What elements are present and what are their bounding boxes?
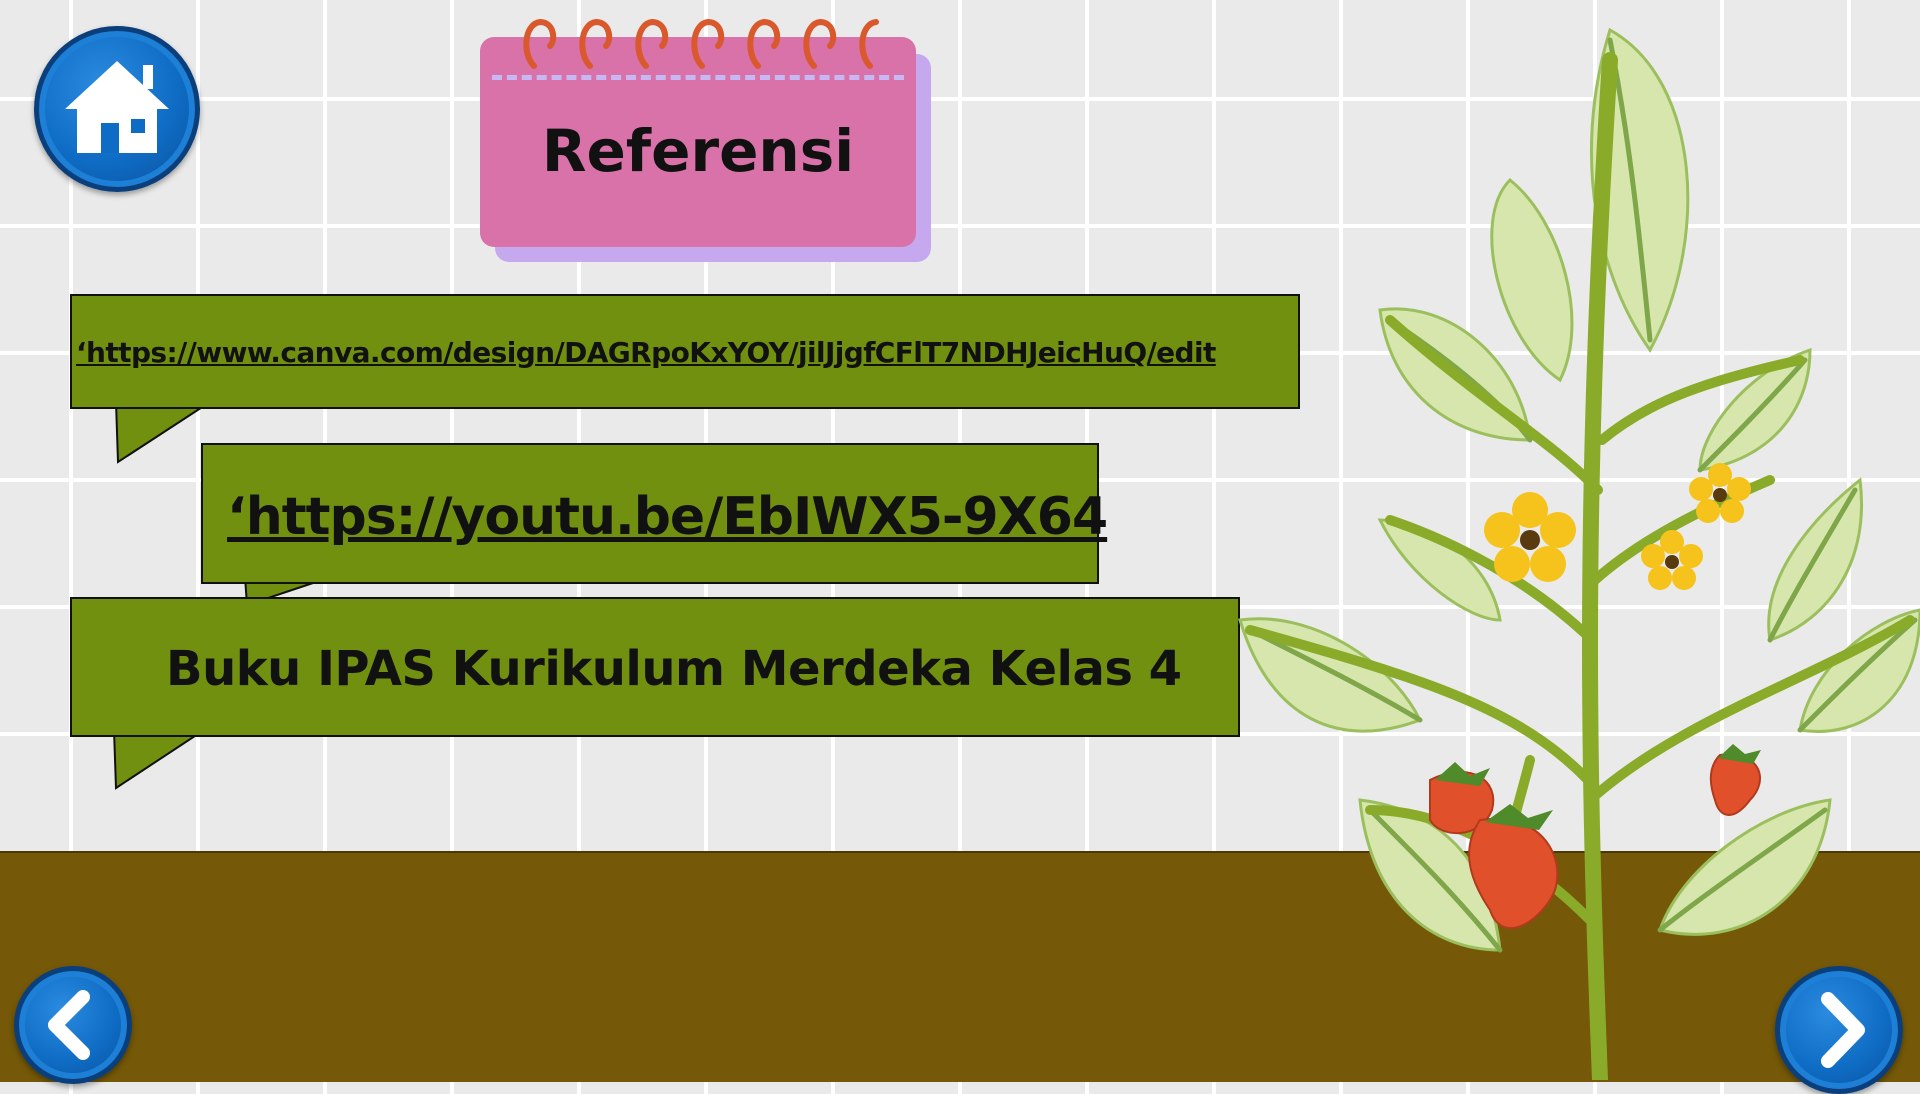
bubble-tail [112, 729, 208, 790]
notepad-perforation [492, 75, 904, 80]
home-icon [65, 61, 169, 153]
strawberry-plant-illustration [1238, 27, 1920, 1080]
page-title: Referensi [541, 117, 855, 185]
reference-bubble-book: Buku IPAS Kurikulum Merdeka Kelas 4 [70, 597, 1240, 737]
previous-page-button[interactable] [14, 966, 132, 1084]
chevron-right-icon [1821, 992, 1865, 1068]
home-button[interactable] [34, 26, 200, 192]
reference-bubble-youtube: ‘https://youtu.be/EbIWX5-9X64 [201, 443, 1108, 584]
chevron-left-icon [48, 990, 90, 1060]
reference-book-title: Buku IPAS Kurikulum Merdeka Kelas 4 [166, 641, 1182, 697]
reference-bubble-canva: ‘https://www.canva.com/design/DAGRpoKxYO… [70, 294, 1300, 409]
reference-link-youtube[interactable]: ‘https://youtu.be/EbIWX5-9X64 [227, 487, 1108, 547]
reference-link-canva[interactable]: ‘https://www.canva.com/design/DAGRpoKxYO… [76, 336, 1216, 369]
next-page-button[interactable] [1775, 966, 1903, 1094]
spiral-rings-icon [523, 18, 879, 69]
